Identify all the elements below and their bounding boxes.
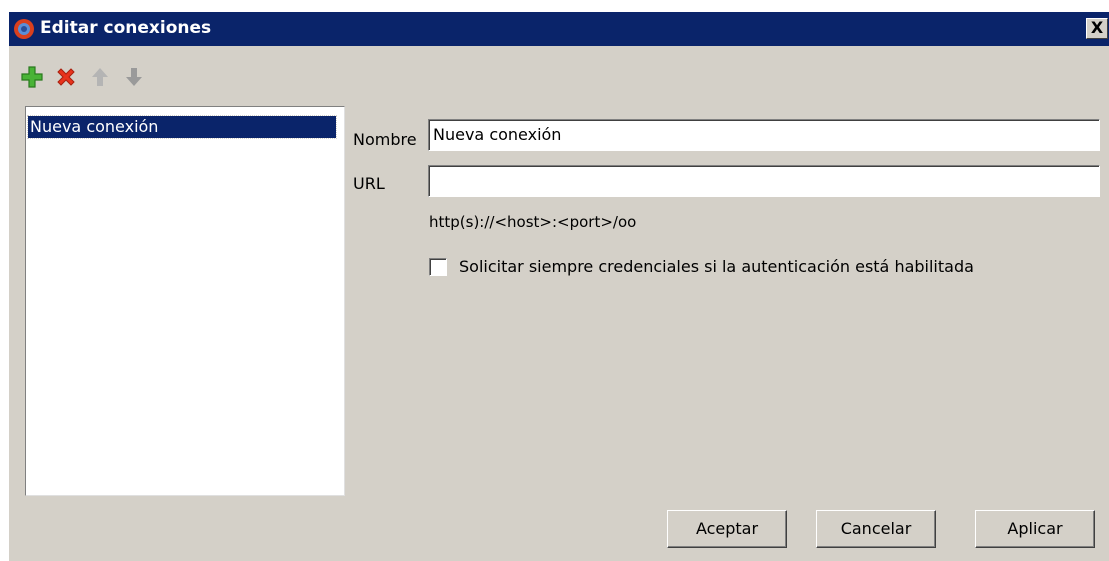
delete-connection-button[interactable] (53, 64, 79, 90)
arrow-down-icon (126, 68, 142, 86)
app-logo-icon (14, 19, 34, 39)
close-icon: X (1090, 18, 1104, 37)
name-label: Nombre (353, 130, 417, 149)
accept-button[interactable]: Aceptar (667, 510, 787, 548)
move-down-button[interactable] (121, 64, 147, 90)
add-connection-button[interactable] (19, 64, 45, 90)
url-format-hint: http(s)://<host>:<port>/oo (429, 213, 637, 231)
name-field[interactable]: Nueva conexión (428, 119, 1100, 151)
always-ask-credentials-label[interactable]: Solicitar siempre credenciales si la aut… (459, 257, 974, 276)
plus-icon (21, 66, 43, 88)
cancel-button[interactable]: Cancelar (816, 510, 936, 548)
arrow-up-icon (92, 68, 108, 86)
always-ask-credentials-checkbox[interactable] (429, 258, 447, 276)
close-button[interactable]: X (1086, 18, 1108, 39)
move-up-button[interactable] (87, 64, 113, 90)
connections-list[interactable]: Nueva conexión (25, 106, 345, 496)
url-field[interactable] (428, 165, 1100, 197)
apply-button[interactable]: Aplicar (975, 510, 1095, 548)
delete-x-icon (57, 68, 75, 86)
edit-connections-dialog: Editar conexiones X Nueva conexión Nombr… (8, 12, 1109, 561)
window-title: Editar conexiones (40, 18, 212, 38)
url-label: URL (353, 174, 385, 193)
list-item[interactable]: Nueva conexión (27, 115, 337, 139)
toolbar (19, 64, 219, 90)
title-bar[interactable]: Editar conexiones X (9, 12, 1109, 46)
